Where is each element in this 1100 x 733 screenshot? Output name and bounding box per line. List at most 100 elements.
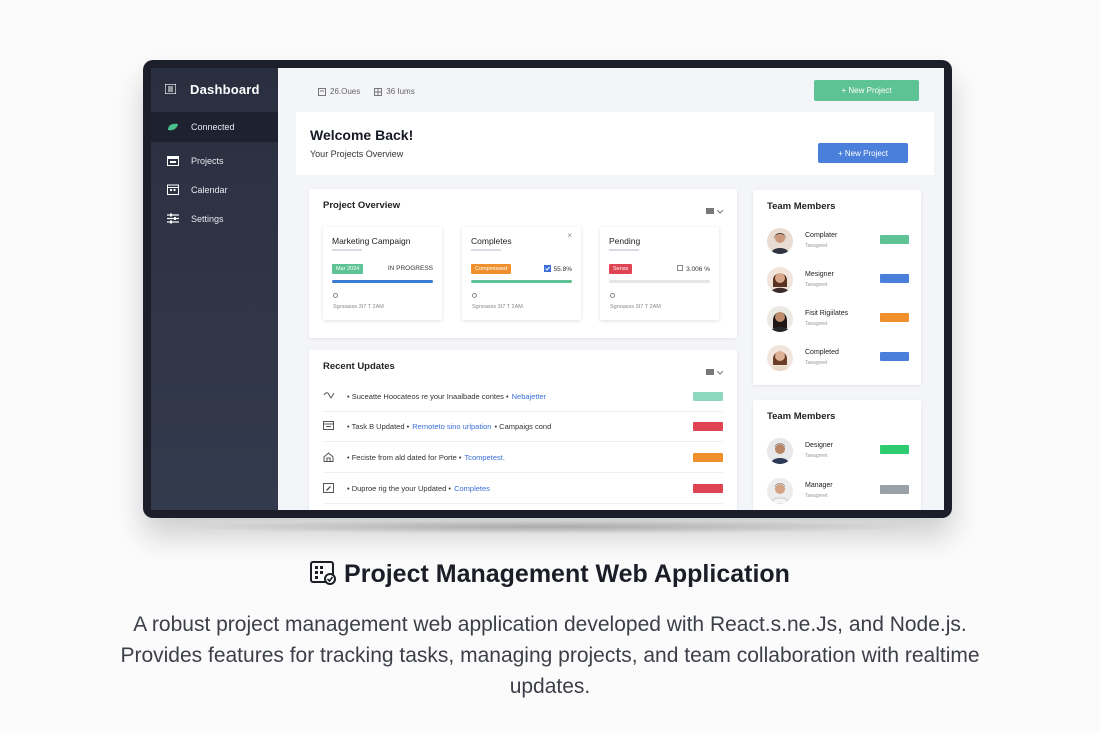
team-members-card: Team Members Complater Taeagreet Mesigne… [753,190,921,385]
avatar [767,478,793,504]
card-footer: Sgnoasss 3I7 T 2AM [333,304,384,310]
faint-line [471,249,501,251]
team-member[interactable]: Fisit Rigiilates Taeagreet [767,306,909,338]
folder-icon [167,155,179,166]
radio-dot[interactable] [333,293,338,298]
status-badge: Compmissed [471,264,512,274]
update-link[interactable]: Completes [454,484,490,493]
stat-text: IN PROGRESS [387,265,433,272]
avatar [767,438,793,464]
avatar [767,267,793,293]
update-link[interactable]: Tcompetest. [464,453,504,462]
update-text: • Suceatte Hoocateos re your Inaalbade c… [347,392,509,401]
chevron-down-icon [716,201,724,219]
project-card-marketing[interactable]: Marketing Campaign Mar 2024 IN PROGRESS … [323,227,442,320]
team-member[interactable]: Designer Taeagreet [767,438,909,470]
sliders-icon [167,213,179,224]
update-link[interactable]: Nebajetter [512,392,547,401]
team-member[interactable]: Mesigner Taeagreet [767,267,909,299]
sidebar-item-connected[interactable]: Connected [151,112,278,142]
inbox-icon [323,421,341,432]
member-tag [880,485,909,494]
tab-ques[interactable]: 26.Oues [318,87,360,96]
update-link[interactable]: Remoteto sino urlpation [412,422,491,431]
team-member[interactable]: Manager Taeagreet [767,478,909,510]
member-name: Mesigner [805,271,834,278]
member-role: Taeagreet [805,493,828,499]
recent-updates-card: Recent Updates • Suceatte Hoocateos re y… [309,350,737,510]
project-card-title: Completes [471,236,512,246]
check-icon [323,391,341,402]
stat-text: 3.006 % [686,265,710,273]
welcome-subtitle: Your Projects Overview [310,149,404,159]
home-icon [323,451,341,464]
card-footer: Sgnoasss 3I7 T 2AM [472,304,523,310]
update-text: • Task B Updated • [347,422,410,431]
update-row[interactable]: • Feciste from ald dated for Porte • Tco… [323,443,723,473]
card-title: Team Members [767,411,836,422]
project-overview-card: Project Overview Marketing Campaign Mar … [309,189,737,338]
card-menu[interactable] [706,201,724,219]
member-name: Manager [805,482,833,489]
tab-iums[interactable]: 36 Iums [374,87,415,96]
project-card-completes[interactable]: × Completes Compmissed 55.8% Sgnoasss 3I… [462,227,581,320]
member-tag [880,445,909,454]
progress-bar [332,280,433,283]
avatar [767,306,793,332]
sidebar-item-label: Settings [191,213,224,224]
welcome-title: Welcome Back! [310,127,414,143]
edit-icon [323,482,341,495]
avatar [767,345,793,371]
member-tag [880,352,909,361]
sidebar-header: Dashboard [151,68,278,110]
leaf-icon [167,122,179,132]
sidebar-item-calendar[interactable]: Calendar [151,175,278,204]
card-title: Team Members [767,201,836,212]
card-menu[interactable] [706,362,724,380]
sidebar-item-label: Connected [191,122,235,132]
tab-label: 36 Iums [386,87,415,96]
update-row[interactable]: • Suceatte Hoocateos re your Inaalbade c… [323,382,723,412]
status-stat: 3.006 % [677,265,710,273]
status-stat: IN PROGRESS [388,265,433,272]
member-role: Taeagreet [805,321,828,327]
update-row[interactable]: • Task B Updated • Remoteto sino urlpati… [323,412,723,442]
faint-line [332,249,362,251]
sidebar-item-settings[interactable]: Settings [151,204,278,233]
menu-icon[interactable] [165,84,176,94]
frame-shadow [175,520,920,534]
grid-icon [374,87,383,96]
close-icon[interactable]: × [567,231,572,240]
member-name: Fisit Rigiilates [805,310,849,317]
team-member[interactable]: Completed Taeagreet [767,345,909,377]
member-role: Taeagreet [805,360,828,366]
member-role: Taeagreet [805,282,828,288]
top-tabs: 26.Oues 36 Iums [318,87,415,96]
chevron-down-icon [716,362,724,380]
top-new-project-button[interactable]: + New Project [814,80,919,101]
update-row[interactable]: • Duproe rig the your Updated • Complete… [323,474,723,504]
member-name: Completed [805,349,839,356]
new-project-button[interactable]: + New Project [818,143,908,163]
radio-dot[interactable] [610,293,615,298]
faint-line [609,249,639,251]
list-icon [706,201,714,219]
sidebar-item-label: Calendar [191,184,228,195]
radio-dot[interactable] [472,293,477,298]
dashboard-grid-icon [310,561,337,592]
sidebar-item-label: Projects [191,155,224,166]
team-member[interactable]: Complater Taeagreet [767,228,909,260]
sidebar-item-projects[interactable]: Projects [151,146,278,175]
update-text-post: • Campaigs cond [494,422,552,431]
sidebar-title: Dashboard [190,81,260,97]
calendar-icon [167,184,179,195]
member-tag [880,313,909,322]
member-name: Designer [805,442,834,449]
list-icon [706,362,714,380]
caption-title-text: Project Management Web Application [344,560,790,588]
member-tag [880,235,909,244]
project-card-pending[interactable]: Pending Senss 3.006 % Sgnoasss 3I7 T 2AM [600,227,719,320]
project-card-title: Pending [609,236,641,246]
member-tag [880,274,909,283]
progress-fill [332,280,433,283]
